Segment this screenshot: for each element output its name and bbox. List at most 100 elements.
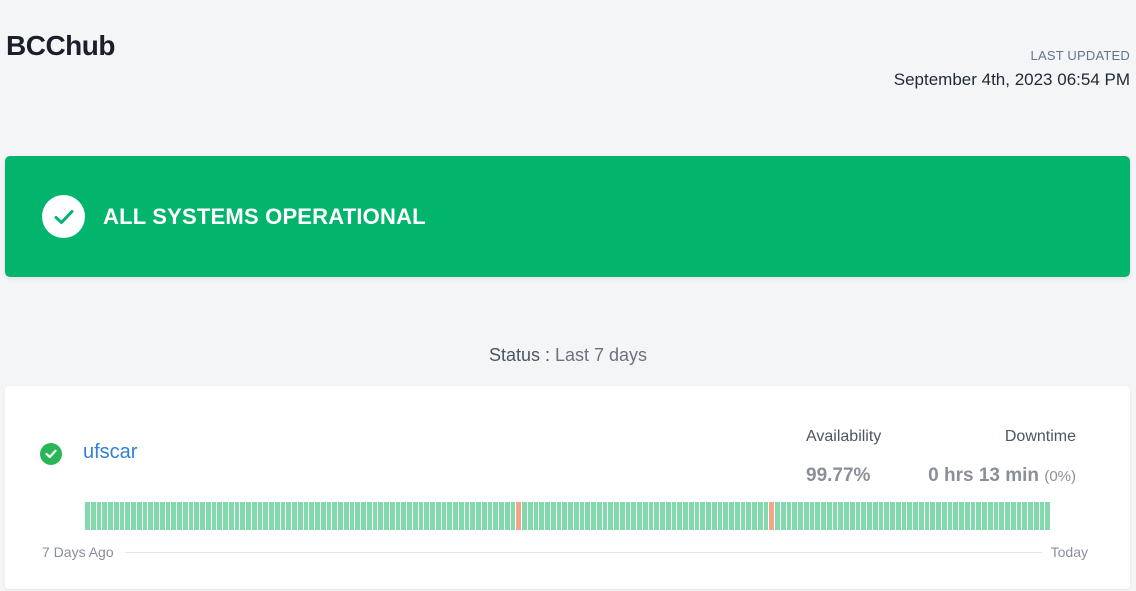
uptime-bar[interactable] [286,502,291,530]
uptime-bar[interactable] [970,502,976,530]
uptime-bar[interactable] [930,502,935,530]
uptime-bar[interactable] [510,502,516,530]
uptime-bar[interactable] [1022,502,1027,530]
uptime-bar[interactable] [625,502,631,530]
uptime-bar[interactable] [809,502,815,530]
uptime-bar[interactable] [545,502,550,530]
uptime-bar[interactable] [855,502,861,530]
uptime-bar[interactable] [343,502,349,530]
uptime-bar[interactable] [441,502,447,530]
uptime-bar[interactable] [878,502,884,530]
uptime-bar[interactable] [723,502,728,530]
uptime-bar[interactable] [481,502,487,530]
uptime-bar[interactable] [746,502,751,530]
uptime-bar[interactable] [470,502,475,530]
uptime-bar[interactable] [924,502,930,530]
uptime-bar[interactable] [487,502,493,530]
uptime-bar[interactable] [959,502,964,530]
uptime-bar[interactable] [711,502,717,530]
uptime-bar[interactable] [280,502,286,530]
uptime-bar[interactable] [890,502,895,530]
uptime-bar[interactable] [872,502,878,530]
uptime-bar[interactable] [131,502,136,530]
uptime-bar[interactable] [407,502,412,530]
uptime-bar[interactable] [815,502,820,530]
uptime-bar[interactable] [372,502,378,530]
uptime-bar[interactable] [614,502,619,530]
uptime-bar[interactable] [884,502,889,530]
uptime-bar[interactable] [527,502,533,530]
uptime-bar[interactable] [907,502,912,530]
uptime-bar[interactable] [895,502,901,530]
uptime-bar[interactable] [223,502,228,530]
uptime-bar[interactable] [660,502,665,530]
uptime-bar[interactable] [1033,502,1039,530]
uptime-bar[interactable] [211,502,217,530]
uptime-bar[interactable] [953,502,958,530]
uptime-bar[interactable] [412,502,418,530]
uptime-bar[interactable] [320,502,326,530]
uptime-bar[interactable] [395,502,401,530]
uptime-bar[interactable] [378,502,383,530]
uptime-bar[interactable] [999,502,1004,530]
uptime-bar[interactable] [458,502,464,530]
uptime-bar[interactable] [315,502,320,530]
uptime-bar[interactable] [734,502,740,530]
uptime-bar[interactable] [1005,502,1010,530]
uptime-bar[interactable] [453,502,458,530]
uptime-bar[interactable] [194,502,199,530]
uptime-bar[interactable] [706,502,711,530]
uptime-bar[interactable] [947,502,953,530]
uptime-bar[interactable] [596,502,602,530]
uptime-bar[interactable] [792,502,797,530]
uptime-bar[interactable] [332,502,337,530]
uptime-bar[interactable] [269,502,274,530]
uptime-bar[interactable] [901,502,907,530]
uptime-bar[interactable] [257,502,263,530]
uptime-bar[interactable] [234,502,240,530]
uptime-bar[interactable] [694,502,700,530]
uptime-bar[interactable] [608,502,613,530]
uptime-bar[interactable] [556,502,562,530]
uptime-bar[interactable] [246,502,251,530]
uptime-bar[interactable] [775,502,780,530]
uptime-bar[interactable] [355,502,360,530]
uptime-bar[interactable] [464,502,470,530]
uptime-bar[interactable] [861,502,866,530]
uptime-bar[interactable] [1028,502,1033,530]
uptime-bar[interactable] [631,502,636,530]
uptime-bar[interactable] [182,502,188,530]
uptime-bar[interactable] [154,502,159,530]
uptime-bar[interactable] [752,502,757,530]
uptime-bar[interactable] [740,502,746,530]
uptime-bar[interactable] [579,502,585,530]
uptime-bar[interactable] [200,502,205,530]
uptime-bar[interactable] [619,502,625,530]
uptime-bar[interactable] [729,502,734,530]
uptime-bar[interactable] [849,502,855,530]
uptime-bar[interactable] [826,502,832,530]
uptime-bar[interactable] [292,502,297,530]
uptime-bar[interactable] [1016,502,1022,530]
uptime-bar[interactable] [96,502,102,530]
brand-title[interactable]: BCChub [6,30,115,62]
service-name-link[interactable]: ufscar [83,441,137,464]
uptime-bar[interactable] [642,502,648,530]
uptime-bar[interactable] [648,502,654,530]
uptime-bar[interactable] [108,502,113,530]
uptime-bar[interactable] [297,502,303,530]
uptime-bar[interactable] [119,502,125,530]
uptime-bar[interactable] [177,502,182,530]
uptime-bar[interactable] [717,502,723,530]
uptime-bar[interactable] [550,502,556,530]
uptime-bar[interactable] [90,502,96,530]
uptime-bar[interactable] [389,502,395,530]
uptime-bar[interactable] [401,502,406,530]
uptime-bar[interactable] [303,502,309,530]
uptime-bar[interactable] [602,502,608,530]
uptime-bar[interactable] [763,502,769,530]
uptime-bar[interactable] [228,502,234,530]
uptime-bar[interactable] [987,502,993,530]
uptime-bar[interactable] [159,502,165,530]
uptime-bar[interactable] [424,502,429,530]
